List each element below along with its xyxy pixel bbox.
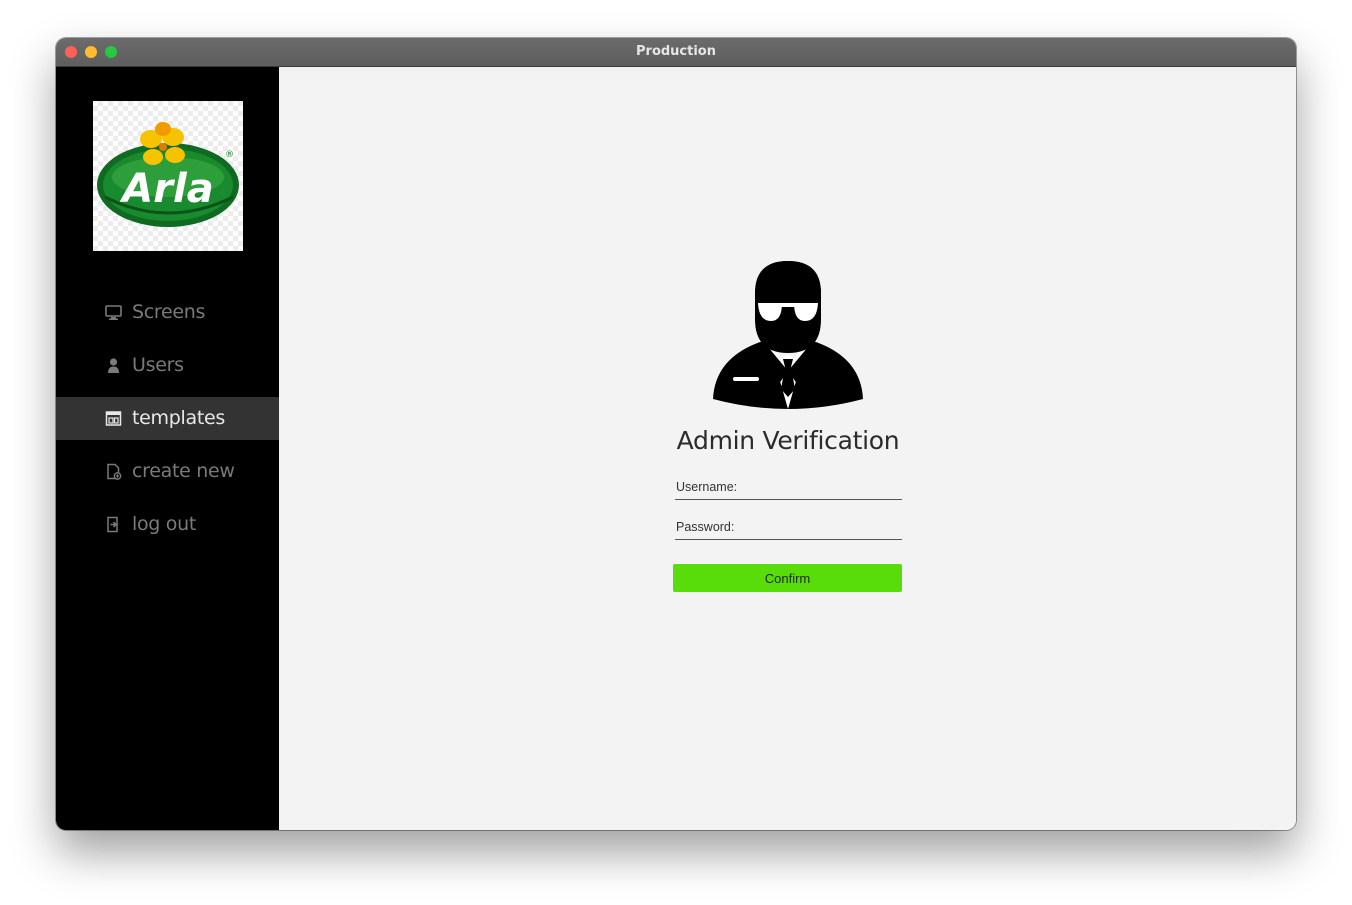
sidebar-item-label: templates — [132, 407, 225, 429]
arla-logo: Arla ® — [93, 101, 243, 251]
sidebar-item-create-new[interactable]: create new — [56, 450, 279, 493]
sidebar-item-templates[interactable]: templates — [56, 397, 279, 440]
sidebar-item-log-out[interactable]: log out — [56, 503, 279, 546]
sidebar-item-screens[interactable]: Screens — [56, 291, 279, 334]
monitor-icon — [105, 305, 122, 320]
main-panel: Admin Verification Confirm — [279, 67, 1296, 830]
logout-icon — [107, 516, 118, 533]
registered-mark: ® — [225, 150, 234, 160]
user-icon — [108, 358, 119, 373]
admin-agent-icon — [713, 261, 863, 409]
password-field[interactable] — [675, 515, 902, 540]
sidebar-item-label: create new — [132, 460, 235, 482]
app-window: Production Arla ® Screens Users template… — [56, 38, 1296, 830]
template-icon — [105, 411, 122, 426]
sidebar-item-users[interactable]: Users — [56, 344, 279, 387]
window-title: Production — [636, 44, 716, 59]
username-field[interactable] — [675, 475, 902, 500]
confirm-button[interactable]: Confirm — [673, 564, 902, 592]
arla-logo-text: Arla — [119, 166, 213, 212]
arla-logo-graphic: Arla ® — [97, 122, 239, 227]
sidebar-nav: Screens Users templates create new log o… — [56, 291, 279, 556]
sidebar-item-label: log out — [132, 513, 197, 535]
sidebar-item-label: Screens — [132, 301, 206, 323]
new-file-icon — [107, 463, 122, 480]
title-bar: Production — [56, 38, 1296, 67]
sidebar: Arla ® Screens Users templates create ne… — [56, 67, 279, 830]
page-title: Admin Verification — [676, 426, 900, 455]
sidebar-item-label: Users — [132, 354, 184, 376]
